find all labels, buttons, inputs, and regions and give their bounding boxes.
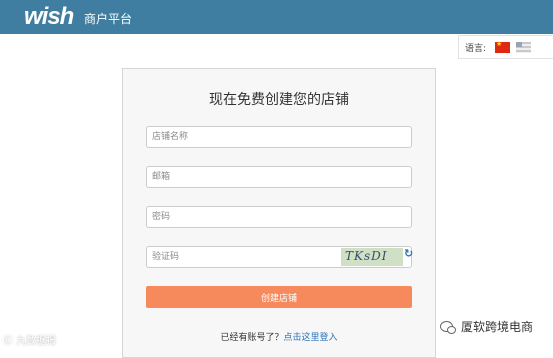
captcha-input[interactable] [147, 247, 337, 267]
signup-card: 现在免费创建您的店铺 TKsDI ↻ 创建店铺 已经有账号了？点击这里登入 [122, 68, 436, 358]
login-prompt-text: 已经有账号了？ [220, 333, 284, 343]
language-label: 语言: [465, 44, 487, 54]
top-navigation-bar: wish 商户平台 [0, 0, 553, 34]
login-prompt-line: 已经有账号了？点击这里登入 [123, 330, 435, 343]
refresh-icon[interactable]: ↻ [404, 247, 413, 260]
create-store-button[interactable]: 创建店铺 [146, 286, 412, 308]
portal-title: 商户平台 [84, 12, 133, 26]
captcha-text: TKsDI [345, 249, 388, 263]
login-link[interactable]: 点击这里登入 [284, 333, 338, 343]
email-input[interactable] [146, 166, 412, 188]
signup-title: 现在免费创建您的店铺 [209, 92, 349, 108]
password-input[interactable] [146, 206, 412, 228]
us-flag-icon[interactable] [516, 42, 531, 53]
watermark-left: Ⓒ 九数据报 [3, 336, 57, 347]
captcha-image[interactable]: TKsDI [341, 248, 403, 266]
store-name-input[interactable] [146, 126, 412, 148]
watermark-right-text: 厦软跨境电商 [461, 320, 534, 334]
wechat-icon-small [447, 326, 456, 334]
language-selector: 语言: ★ [458, 35, 553, 59]
captcha-field: TKsDI ↻ [146, 246, 413, 268]
chinese-flag-icon[interactable]: ★ [495, 40, 510, 53]
wish-logo[interactable]: wish [24, 3, 74, 31]
